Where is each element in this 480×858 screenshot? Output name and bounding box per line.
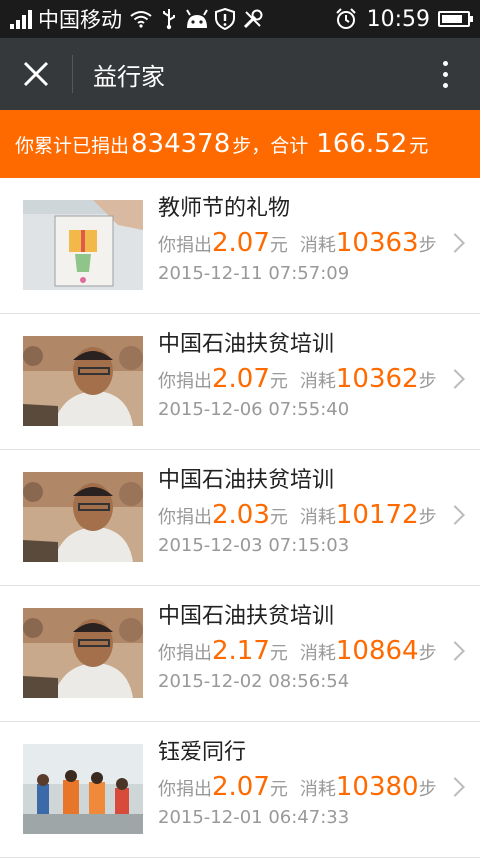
nav-divider [72, 55, 73, 93]
yuan-unit: 元 [269, 507, 288, 528]
donation-date: 2015-12-03 07:15:03 [158, 535, 350, 556]
chevron-right-icon [445, 369, 465, 389]
list-item[interactable]: 教师节的礼物 你捐出2.07元 消耗10363步 2015-12-11 07:57… [0, 178, 480, 314]
consumed-label: 消耗 [299, 507, 336, 528]
more-button[interactable] [410, 38, 480, 110]
project-thumbnail [23, 336, 143, 426]
project-thumbnail [23, 744, 143, 834]
steps-count: 10864 [335, 636, 419, 666]
close-button[interactable] [0, 38, 72, 110]
yuan-unit: 元 [269, 235, 288, 256]
donated-label: 你捐出 [158, 235, 212, 256]
steps-unit: 步 [418, 507, 437, 528]
nav-bar: 益行家 [0, 38, 480, 110]
consumed-label: 消耗 [299, 235, 336, 256]
close-icon [23, 61, 49, 87]
summary-prefix: 你累计已捐出 [15, 134, 130, 157]
steps-count: 10172 [335, 500, 419, 530]
list-item[interactable]: 钰爱同行 你捐出2.07元 消耗10380步 2015-12-01 06:47:3… [0, 722, 480, 858]
list-item[interactable]: 中国石油扶贫培训 你捐出2.03元 消耗10172步 2015-12-03 07:… [0, 450, 480, 586]
chevron-right-icon [445, 777, 465, 797]
project-title: 中国石油扶贫培训 [158, 604, 335, 629]
steps-count: 10362 [335, 364, 419, 394]
donation-amount: 2.07 [212, 772, 270, 802]
project-thumbnail [23, 200, 143, 290]
donated-label: 你捐出 [158, 643, 212, 664]
steps-count: 10380 [335, 772, 419, 802]
donation-date: 2015-12-06 07:55:40 [158, 399, 350, 420]
signal-icon [10, 9, 32, 29]
summary-steps-unit: 步，合计 [232, 134, 309, 157]
project-thumbnail [23, 608, 143, 698]
donation-date: 2015-12-02 08:56:54 [158, 671, 350, 692]
wifi-icon [128, 6, 154, 32]
donation-amount: 2.03 [212, 500, 270, 530]
consumed-label: 消耗 [299, 779, 336, 800]
page-title: 益行家 [93, 62, 165, 91]
carrier-name: 中国移动 [38, 8, 122, 32]
android-icon [184, 6, 210, 32]
usb-icon [156, 6, 182, 32]
project-thumbnail [23, 472, 143, 562]
project-title: 钰爱同行 [158, 740, 247, 765]
chevron-right-icon [445, 641, 465, 661]
donation-date: 2015-12-01 06:47:33 [158, 807, 350, 828]
shield-alert-icon [212, 6, 238, 32]
alarm-clock-icon [333, 6, 359, 32]
donation-amount: 2.07 [212, 364, 270, 394]
more-vertical-icon [442, 60, 448, 66]
steps-unit: 步 [418, 235, 437, 256]
steps-count: 10363 [335, 228, 419, 258]
yuan-unit: 元 [269, 643, 288, 664]
battery-icon [438, 11, 473, 27]
donation-list: 教师节的礼物 你捐出2.07元 消耗10363步 2015-12-11 07:57… [0, 178, 480, 858]
project-title: 中国石油扶贫培训 [158, 332, 335, 357]
tools-icon [240, 6, 266, 32]
consumed-label: 消耗 [299, 371, 336, 392]
donated-label: 你捐出 [158, 779, 212, 800]
steps-unit: 步 [418, 643, 437, 664]
status-bar: 中国移动 10:59 [0, 0, 480, 38]
consumed-label: 消耗 [299, 643, 336, 664]
yuan-unit: 元 [269, 371, 288, 392]
steps-unit: 步 [418, 371, 437, 392]
summary-steps: 834378 [131, 129, 231, 159]
donation-summary: 你累计已捐出 834378 步，合计 166.52 元 [0, 110, 480, 178]
donated-label: 你捐出 [158, 507, 212, 528]
donation-date: 2015-12-11 07:57:09 [158, 263, 350, 284]
chevron-right-icon [445, 233, 465, 253]
project-title: 教师节的礼物 [158, 196, 291, 221]
donated-label: 你捐出 [158, 371, 212, 392]
donation-amount: 2.07 [212, 228, 270, 258]
summary-amount: 166.52 [316, 129, 408, 159]
summary-amount-unit: 元 [409, 134, 429, 157]
yuan-unit: 元 [269, 779, 288, 800]
chevron-right-icon [445, 505, 465, 525]
clock-time: 10:59 [366, 6, 430, 32]
steps-unit: 步 [418, 779, 437, 800]
list-item[interactable]: 中国石油扶贫培训 你捐出2.17元 消耗10864步 2015-12-02 08:… [0, 586, 480, 722]
donation-amount: 2.17 [212, 636, 270, 666]
list-item[interactable]: 中国石油扶贫培训 你捐出2.07元 消耗10362步 2015-12-06 07:… [0, 314, 480, 450]
project-title: 中国石油扶贫培训 [158, 468, 335, 493]
